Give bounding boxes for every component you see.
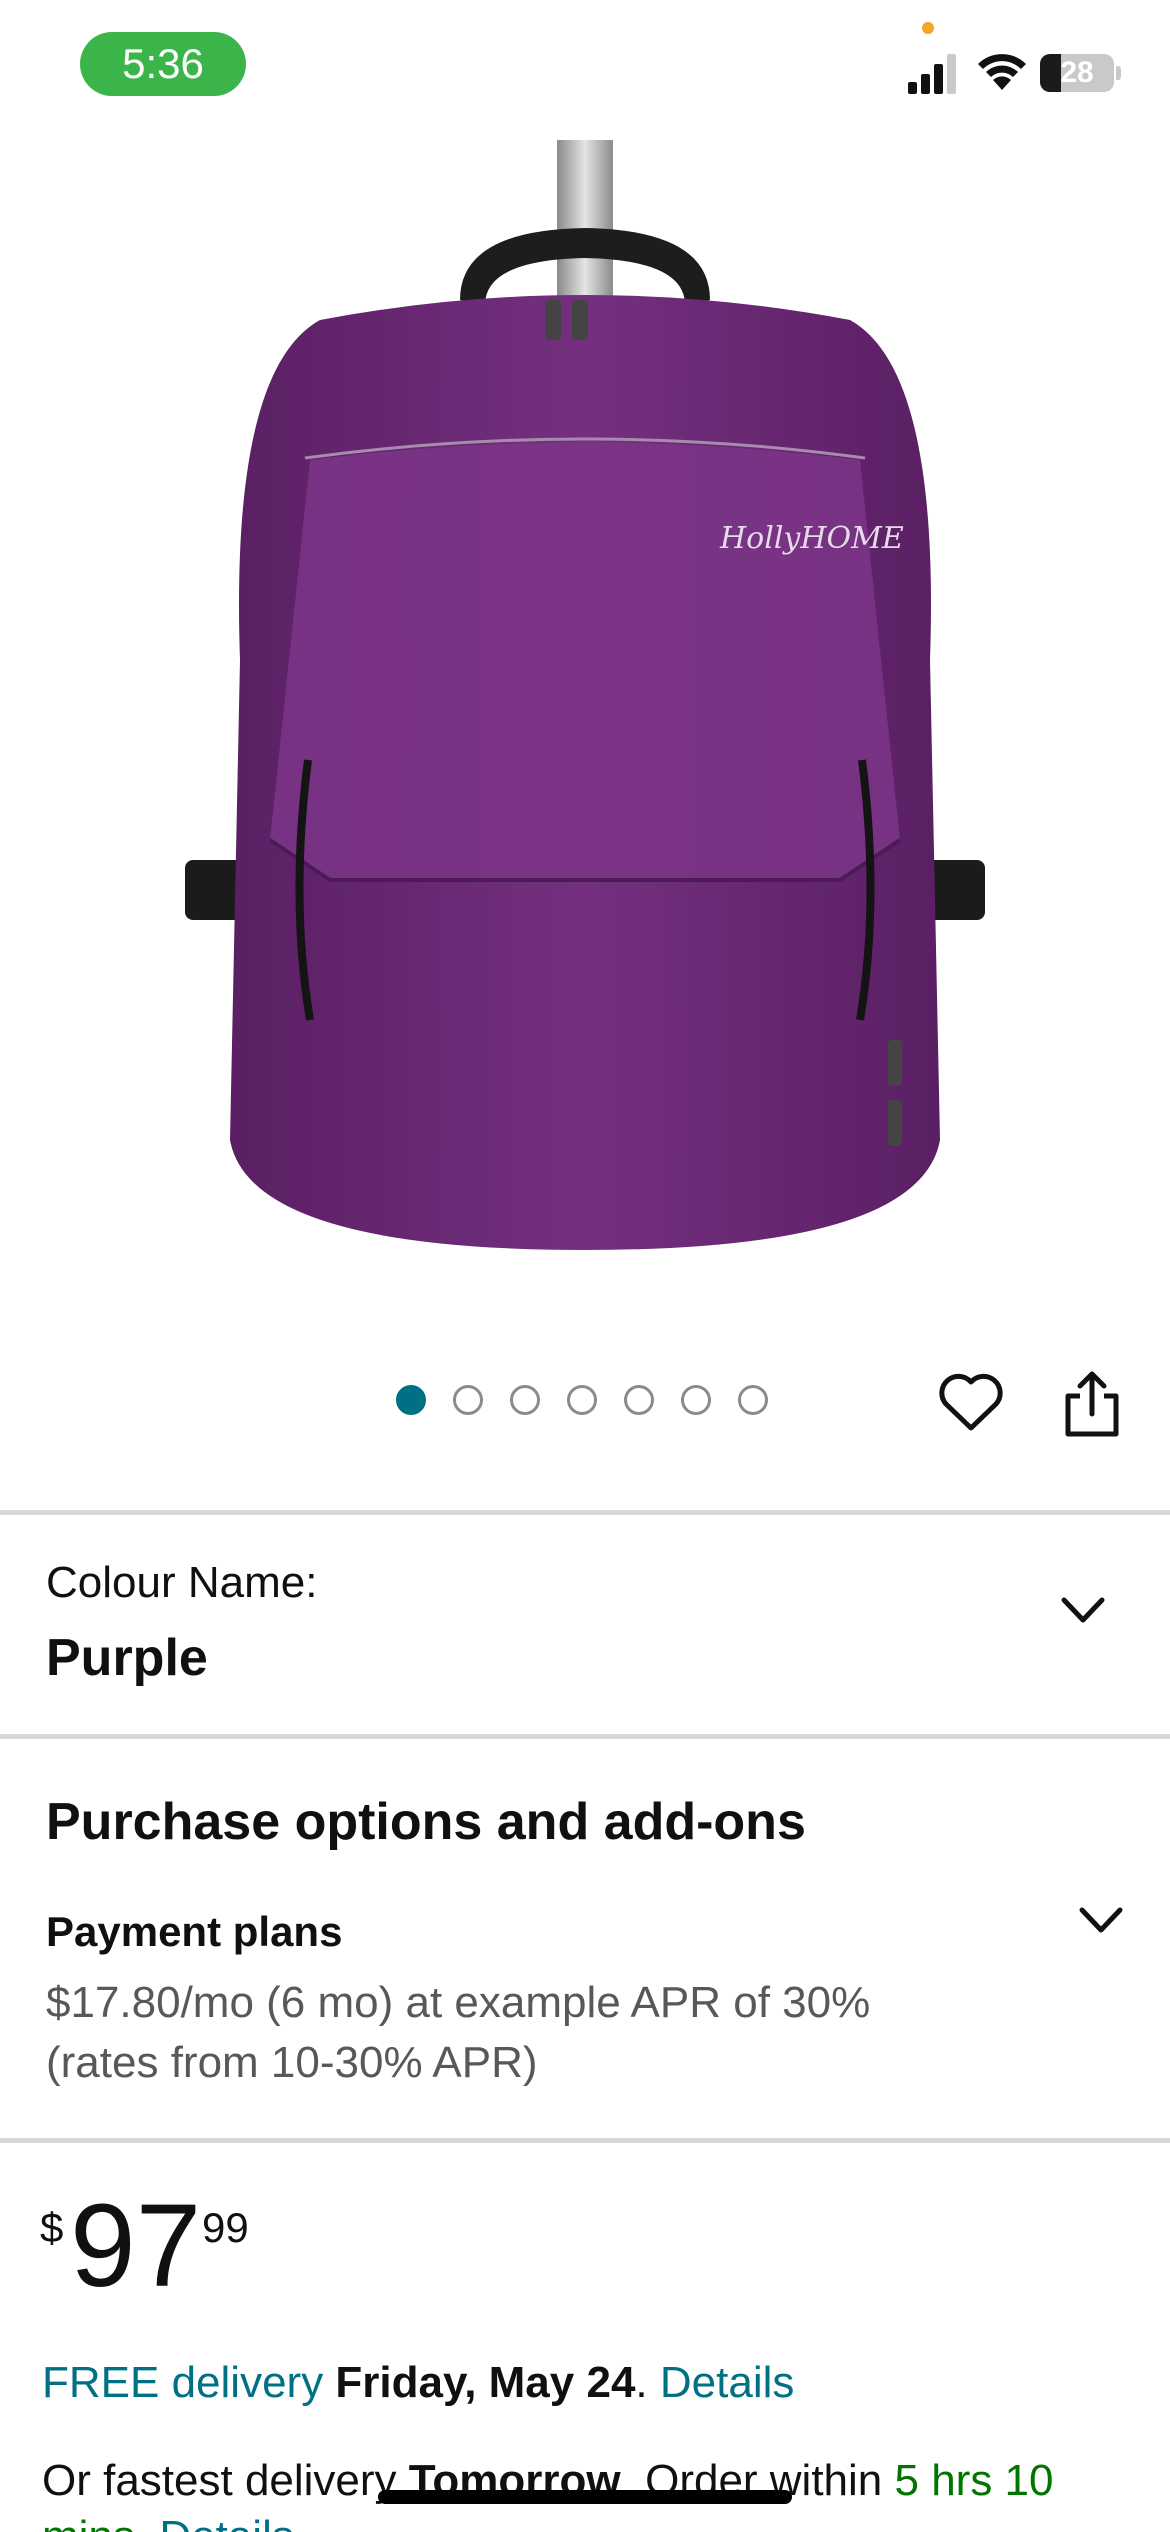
battery-percent: 28 bbox=[1060, 56, 1094, 89]
home-indicator[interactable] bbox=[378, 2490, 792, 2504]
carousel-dot[interactable] bbox=[567, 1385, 597, 1415]
fastest-countdown: 5 hrs 10 bbox=[894, 2456, 1054, 2505]
fastest-prefix: Or fastest delivery bbox=[42, 2456, 397, 2505]
chevron-down-icon[interactable] bbox=[1078, 1906, 1124, 1936]
share-icon[interactable] bbox=[1062, 1370, 1122, 1438]
delivery-details-link[interactable]: Details bbox=[660, 2358, 795, 2407]
fastest-details-link[interactable]: Details bbox=[159, 2512, 294, 2532]
fastest-delivery-line2: mins. Details bbox=[42, 2512, 294, 2532]
delivery-period: . bbox=[635, 2358, 648, 2407]
divider bbox=[0, 2138, 1170, 2143]
price-fraction: 99 bbox=[202, 2204, 249, 2251]
battery-cap bbox=[1116, 66, 1121, 80]
payment-plans-line2: (rates from 10-30% APR) bbox=[46, 2038, 538, 2087]
chevron-down-icon[interactable] bbox=[1060, 1596, 1106, 1626]
price-whole: 97 bbox=[70, 2180, 202, 2312]
divider bbox=[0, 1510, 1170, 1515]
product-image[interactable]: HollyHOME bbox=[140, 140, 1030, 1280]
heart-icon[interactable] bbox=[938, 1372, 1004, 1434]
wifi-icon bbox=[978, 54, 1026, 90]
free-delivery-label: FREE delivery bbox=[42, 2358, 324, 2407]
carousel-dot[interactable] bbox=[681, 1385, 711, 1415]
payment-plans-title: Payment plans bbox=[46, 1908, 343, 1955]
fastest-line2-start: mins. bbox=[42, 2512, 147, 2532]
price-symbol: $ bbox=[40, 2204, 64, 2251]
status-time: 5:36 bbox=[80, 32, 246, 96]
colour-label: Colour Name: bbox=[46, 1558, 318, 1607]
carousel-dot[interactable] bbox=[396, 1385, 426, 1415]
divider bbox=[0, 1734, 1170, 1739]
delivery-date: Friday, May 24 bbox=[335, 2358, 636, 2407]
brand-logo: HollyHOME bbox=[719, 521, 904, 556]
payment-plans-line1: $17.80/mo (6 mo) at example APR of 30% bbox=[46, 1978, 871, 2027]
delivery-info: FREE delivery Friday, May 24. Details bbox=[42, 2358, 794, 2408]
carousel-dot[interactable] bbox=[453, 1385, 483, 1415]
carousel-dot[interactable] bbox=[510, 1385, 540, 1415]
carousel-dot[interactable] bbox=[624, 1385, 654, 1415]
signal-icon bbox=[908, 54, 956, 94]
purchase-options-title: Purchase options and add-ons bbox=[46, 1793, 806, 1851]
privacy-indicator-dot bbox=[922, 22, 934, 34]
colour-value: Purple bbox=[46, 1629, 208, 1687]
battery-icon: 28 bbox=[1040, 54, 1114, 92]
image-carousel-dots[interactable] bbox=[396, 1385, 768, 1415]
carousel-dot[interactable] bbox=[738, 1385, 768, 1415]
status-bar: 5:36 28 bbox=[0, 0, 1170, 130]
